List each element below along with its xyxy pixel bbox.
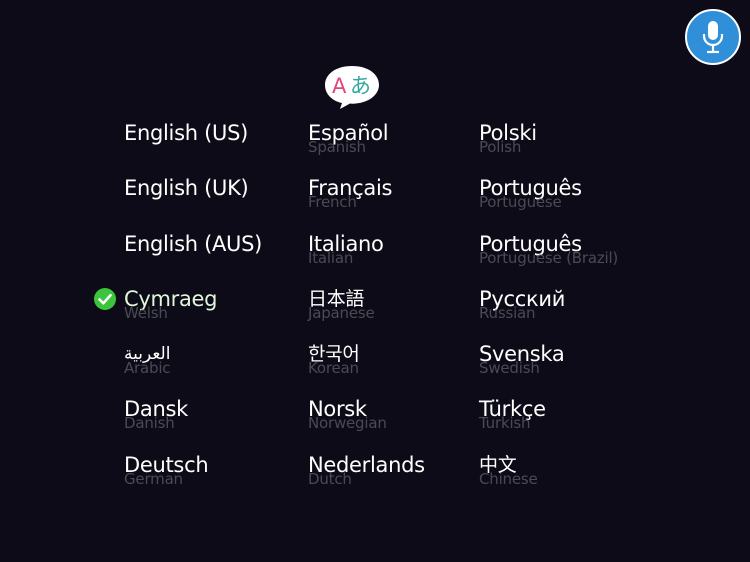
- language-option-english-us[interactable]: English (US): [124, 118, 262, 173]
- language-native-name: English (AUS): [124, 231, 263, 256]
- language-english-name: Portuguese: [479, 193, 562, 212]
- language-option-english-uk[interactable]: English (UK): [124, 173, 262, 228]
- translate-icon-latin: A: [332, 74, 347, 98]
- language-option-portuguese[interactable]: Português Portuguese: [479, 173, 618, 228]
- language-option-spanish[interactable]: Español Spanish: [308, 118, 425, 173]
- language-column-3: Polski Polish Português Portuguese Portu…: [479, 118, 618, 505]
- language-english-name: Japanese: [308, 303, 375, 322]
- language-english-name: Norwegian: [308, 414, 387, 433]
- language-option-norwegian[interactable]: Norsk Norwegian: [308, 394, 425, 449]
- language-english-name: Polish: [479, 138, 522, 156]
- language-english-name: Arabic: [124, 359, 171, 378]
- language-option-french[interactable]: Français French: [308, 173, 425, 228]
- language-column-1: English (US) English (UK) English (AUS) …: [94, 118, 262, 505]
- language-english-name: Portuguese (Brazil): [479, 248, 619, 267]
- language-english-name: Korean: [308, 359, 359, 378]
- microphone-button[interactable]: [685, 9, 741, 65]
- language-option-arabic[interactable]: العربية Arabic: [124, 339, 262, 394]
- language-option-chinese[interactable]: 中文 Chinese: [479, 450, 618, 505]
- language-option-russian[interactable]: Русский Russian: [479, 284, 618, 339]
- translate-icon-japanese: あ: [350, 74, 371, 98]
- language-option-japanese[interactable]: 日本語 Japanese: [308, 284, 425, 339]
- language-native-name: English (US): [124, 121, 248, 145]
- checkmark-circle-icon: [94, 287, 116, 310]
- microphone-icon: [702, 21, 724, 54]
- language-option-italian[interactable]: Italiano Italian: [308, 229, 425, 284]
- language-option-german[interactable]: Deutsch German: [124, 450, 262, 505]
- language-option-english-aus[interactable]: English (AUS): [124, 229, 262, 284]
- language-option-turkish[interactable]: Türkçe Turkish: [479, 394, 618, 449]
- language-option-swedish[interactable]: Svenska Swedish: [479, 339, 618, 394]
- language-option-dutch[interactable]: Nederlands Dutch: [308, 450, 425, 505]
- language-english-name: Danish: [124, 414, 175, 433]
- language-native-name: English (UK): [124, 176, 249, 201]
- language-option-portuguese-brazil[interactable]: Português Portuguese (Brazil): [479, 229, 618, 284]
- language-english-name: Chinese: [479, 469, 538, 488]
- language-option-danish[interactable]: Dansk Danish: [124, 394, 262, 449]
- language-option-polish[interactable]: Polski Polish: [479, 118, 618, 173]
- language-option-welsh[interactable]: Cymraeg Welsh: [94, 284, 262, 339]
- language-option-korean[interactable]: 한국어 Korean: [308, 339, 425, 394]
- language-english-name: Turkish: [479, 414, 531, 433]
- language-column-2: Español Spanish Français French Italiano…: [308, 118, 425, 505]
- translate-icon: A あ: [325, 66, 379, 109]
